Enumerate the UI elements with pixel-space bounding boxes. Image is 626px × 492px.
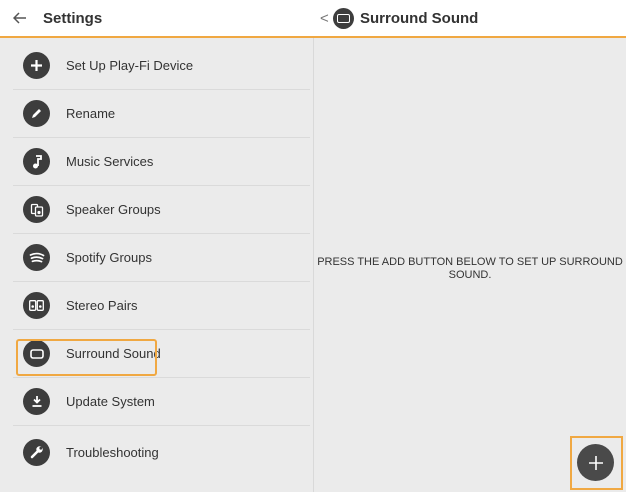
sidebar-item-label: Update System [66, 394, 155, 409]
sidebar-item-label: Troubleshooting [66, 444, 159, 460]
plus-icon [23, 52, 50, 79]
speaker-groups-icon [23, 196, 50, 223]
sidebar-item-label: Set Up Play-Fi Device [66, 58, 194, 73]
sidebar-item-label: Surround Sound [66, 346, 161, 361]
settings-title: Settings [43, 10, 103, 27]
sidebar-item-label: Spotify Groups [66, 250, 152, 265]
stereo-pairs-icon [23, 292, 50, 319]
sidebar-item-music-services[interactable]: Music Services [13, 138, 310, 186]
pencil-icon [23, 100, 50, 127]
sidebar-item-speaker-groups[interactable]: Speaker Groups [13, 186, 310, 234]
music-note-icon [23, 148, 50, 175]
sidebar-item-spotify-groups[interactable]: Spotify Groups [13, 234, 310, 282]
sidebar-item-stereo-pairs[interactable]: Stereo Pairs [13, 282, 310, 330]
sidebar-item-label: Speaker Groups [66, 202, 161, 217]
surround-sound-icon [23, 340, 50, 367]
detail-back-chevron-icon[interactable]: < [320, 10, 329, 27]
sidebar-item-rename[interactable]: Rename [13, 90, 310, 138]
wrench-icon [23, 438, 50, 466]
add-button[interactable] [577, 444, 614, 481]
sidebar-item-update-system[interactable]: Update System [13, 378, 310, 426]
detail-panel: PRESS THE ADD BUTTON BELOW TO SET UP SUR… [314, 38, 626, 492]
detail-title: Surround Sound [360, 10, 479, 27]
back-arrow-icon[interactable] [10, 8, 30, 28]
top-bar: Settings < Surround Sound [0, 0, 626, 38]
plus-icon [588, 455, 603, 470]
sidebar-item-troubleshooting[interactable]: Troubleshooting [13, 428, 310, 476]
sidebar-item-surround-sound[interactable]: Surround Sound [13, 330, 310, 378]
surround-sound-icon [333, 8, 354, 29]
download-icon [23, 388, 50, 415]
empty-state-message: PRESS THE ADD BUTTON BELOW TO SET UP SUR… [317, 256, 623, 281]
sidebar-item-label: Rename [66, 106, 116, 121]
sidebar-item-label: Music Services [66, 154, 154, 169]
sidebar-item-set-up-play-fi-device[interactable]: Set Up Play-Fi Device [13, 42, 310, 90]
sidebar-item-label: Stereo Pairs [66, 298, 138, 313]
spotify-icon [23, 244, 50, 271]
settings-sidebar: Set Up Play-Fi Device Rename Music Servi… [0, 38, 314, 492]
